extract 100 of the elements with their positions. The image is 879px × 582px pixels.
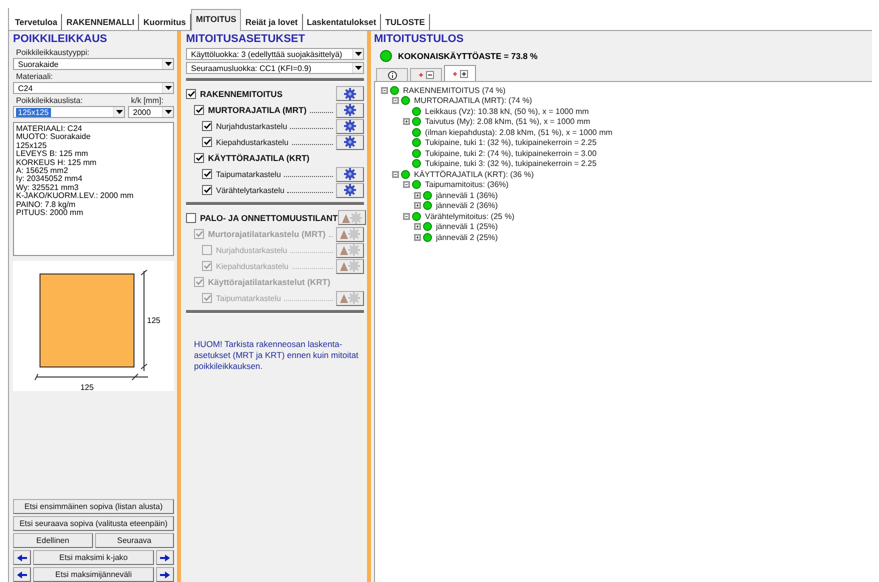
tree-item[interactable]: KÄYTTÖRAJATILA (KRT): (36 %) <box>414 170 534 179</box>
tree-item[interactable]: jänneväli 1 (36%) <box>436 190 498 200</box>
status-dot-icon <box>423 201 432 210</box>
material-dropdown[interactable]: C24 <box>13 82 174 94</box>
dimension-label: 125 <box>147 316 160 325</box>
checkbox[interactable] <box>202 137 212 147</box>
minus-icon[interactable] <box>403 212 410 220</box>
gear-icon <box>344 104 356 116</box>
status-dot-icon <box>412 180 421 190</box>
tree-item[interactable]: (ilman kiepahdusta): 2.08 kNm, (51 %), x = 1000 mm <box>425 128 612 137</box>
dropdown-arrow-icon[interactable] <box>162 83 173 93</box>
checkbox[interactable] <box>186 212 196 222</box>
option-label: Murtorajatilatarkastelu (MRT) <box>208 229 326 239</box>
gear-icon <box>344 120 356 132</box>
settings-button[interactable] <box>336 86 364 101</box>
plus-icon[interactable] <box>414 223 421 230</box>
settings-button[interactable] <box>336 134 364 150</box>
left-arrow-icon <box>16 570 28 578</box>
toolbar-button[interactable] <box>376 68 408 81</box>
checkbox[interactable] <box>186 88 196 98</box>
option-label: Värähtelytarkastelu <box>216 186 284 194</box>
checkbox[interactable] <box>194 153 204 163</box>
collapse-icon <box>418 71 434 79</box>
dropdown-arrow-icon[interactable] <box>352 63 363 73</box>
option-label: RAKENNEMITOITUS <box>200 88 282 98</box>
checkbox[interactable] <box>202 169 212 179</box>
tree-item[interactable]: Värähtelymitoitus: (25 %) <box>425 212 514 221</box>
tools-gear-icon <box>339 292 361 304</box>
minus-icon[interactable] <box>381 86 388 94</box>
property-line: K-JAKO/KUORM.LEV.: 2000 mm <box>16 192 135 201</box>
option-label: Nurjahdustarkastelu <box>216 246 288 254</box>
tree-item[interactable]: Tukipaine, tuki 1: (32 %), tukipainekerroin = 2.25 <box>425 138 597 148</box>
tree-item[interactable]: Tukipaine, tuki 2: (74 %), tukipainekerroin = 3.00 <box>425 148 597 158</box>
tree-item[interactable]: jänneväli 2 (25%) <box>436 232 498 242</box>
search-button[interactable]: Etsi maksimijänneväli <box>33 567 154 582</box>
settings-dropdown[interactable]: Käyttöluokka: 3 (edellyttää suojakäsittelyä) <box>186 48 364 60</box>
panel-title: MITOITUSTULOS <box>374 33 465 46</box>
option-label: Nurjahdustarkastelu <box>216 122 288 130</box>
settings-button[interactable] <box>336 166 364 182</box>
minus-icon[interactable] <box>392 97 399 104</box>
status-dot-icon <box>412 106 421 116</box>
panel-title: MITOITUSASETUKSET <box>186 33 306 46</box>
tools-gear-icon <box>339 244 361 256</box>
dropdown-arrow-icon[interactable] <box>162 107 173 117</box>
option-label: PALO- JA ONNETTOMUUSTILANT <box>200 212 338 222</box>
total-utilization: KOKONAISKÄYTTÖASTE = 73.8 % <box>398 51 538 61</box>
settings-dropdown[interactable]: Seuraamusluokka: CC1 (KFI=0.9) <box>186 62 364 74</box>
dropdown-arrow-icon[interactable] <box>352 49 363 59</box>
checkbox[interactable] <box>202 185 212 195</box>
tools-gear-icon <box>339 260 361 272</box>
property-line: Wy: 325521 mm3 <box>16 184 80 192</box>
next-button[interactable] <box>156 550 174 565</box>
settings-button[interactable] <box>336 118 364 134</box>
settings-button[interactable] <box>338 210 366 225</box>
search-button[interactable]: Etsi ensimmäinen sopiva (listan alusta) <box>13 499 174 514</box>
minus-icon[interactable] <box>392 170 399 178</box>
note-text: HUOM! Tarkista rakenneosan laskenta-asetukset (MRT ja KRT) ennen kuin mitoitat poikkileikkauksen. <box>194 339 360 372</box>
status-dot-icon <box>423 232 432 242</box>
settings-button[interactable] <box>336 182 364 198</box>
nav-button[interactable]: Edellinen <box>13 533 92 548</box>
plus-icon[interactable] <box>414 234 421 241</box>
option-label: Kiepahdustarkastelu <box>216 138 288 146</box>
checkbox[interactable] <box>194 105 204 115</box>
status-dot-icon <box>423 222 432 232</box>
dropdown-arrow-icon[interactable] <box>162 59 173 69</box>
left-arrow-icon <box>16 554 28 562</box>
tree-item[interactable]: jänneväli 2 (36%) <box>436 201 498 210</box>
tree-item[interactable]: jänneväli 1 (25%) <box>436 222 498 232</box>
tree-item[interactable]: Tukipaine, tuki 3: (32 %), tukipainekerroin = 2.25 <box>425 159 597 168</box>
tree-item[interactable]: Leikkaus (Vz): 10.38 kN, (50 %), x = 1000 mm <box>425 106 589 116</box>
type-dropdown[interactable]: Suorakaide <box>13 58 174 70</box>
gear-icon <box>344 88 356 100</box>
dropdown-arrow-icon[interactable] <box>113 107 124 117</box>
previous-button[interactable] <box>13 550 31 565</box>
panel-title: POIKKILEIKKAUS <box>13 33 108 46</box>
plus-icon[interactable] <box>403 118 410 126</box>
minus-icon[interactable] <box>403 181 410 188</box>
tab[interactable]: MITOITUS <box>190 9 242 31</box>
field-label: Poikkileikkauslista: <box>16 96 84 105</box>
next-button[interactable] <box>156 567 174 582</box>
status-dot-icon <box>412 117 421 126</box>
status-dot-icon <box>412 212 421 221</box>
plus-icon[interactable] <box>414 192 421 199</box>
plus-icon[interactable] <box>414 202 421 210</box>
spacing-dropdown[interactable]: 2000 <box>128 106 174 118</box>
previous-button[interactable] <box>13 567 31 582</box>
tree-item[interactable]: RAKENNEMITOITUS (74 %) <box>403 86 506 95</box>
expand-icon <box>452 70 468 78</box>
property-line: LEVEYS B: 125 mm <box>16 150 90 159</box>
search-button[interactable]: Etsi seuraava sopiva (valitusta eteenpäin) <box>13 516 174 531</box>
tree-item[interactable]: Taivutus (My): 2.08 kNm, (51 %), x = 1000 mm <box>425 117 590 126</box>
tree-item[interactable]: MURTORAJATILA (MRT): (74 %) <box>414 96 532 106</box>
gear-icon <box>344 136 356 148</box>
tree-item[interactable]: Taipumamitoitus: (36%) <box>425 180 509 190</box>
nav-button[interactable]: Seuraava <box>94 533 174 548</box>
profile-dropdown[interactable]: 125x125 <box>13 106 125 118</box>
search-button[interactable]: Etsi maksimi k-jako <box>33 550 154 565</box>
checkbox[interactable] <box>202 121 212 131</box>
option-label: MURTORAJATILA (MRT) <box>208 105 307 115</box>
settings-button[interactable] <box>336 102 364 118</box>
